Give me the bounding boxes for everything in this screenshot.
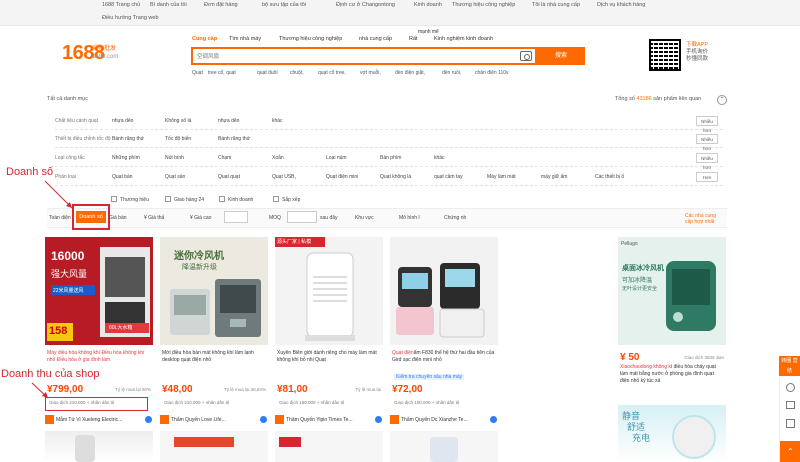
product-price: ¥48,00 (162, 384, 193, 395)
shop-icon (45, 415, 54, 424)
trade-count: Giao dịch 3635 Jian (684, 355, 724, 360)
product-image[interactable]: Pellugo 桌面冰冷风机 可加冰降温 无叶设计更安全 (618, 237, 726, 345)
next-product-image[interactable]: 静音 舒适 充电 (618, 405, 726, 462)
product-card[interactable]: 16000 强大风量 22米风量送风 158 60L大水箱 Máy điều h… (45, 237, 153, 462)
product-price: ¥72,00 (392, 384, 423, 395)
product-card[interactable]: 迷你冷风机 降温新升级 Mới điều hòa bàn mát không k… (160, 237, 268, 462)
shop-name[interactable]: Thẩm Quyến Love Life... (160, 415, 268, 429)
next-product-image[interactable] (160, 431, 268, 462)
back-to-top-icon[interactable]: ⌃ (780, 441, 800, 462)
chat-icon (375, 416, 382, 423)
chat-icon[interactable] (786, 401, 795, 409)
factory-inspection-badge: Kiểm tra chuyên sâu nhà máy (394, 374, 465, 380)
shop-revenue: Giao dịch 210.000 + nhân dân tệ (49, 400, 115, 405)
cart-icon[interactable] (786, 419, 795, 428)
chat-icon (145, 416, 152, 423)
shop-revenue: Giao dịch 100.000 + nhân dân tệ (394, 400, 460, 405)
shop-name[interactable]: Mẫm Tứ Vi Xueleng Electric... (45, 415, 153, 429)
product-price: ¥ 50 (620, 352, 640, 363)
product-price: ¥799,00 (47, 384, 84, 395)
product-title[interactable]: Quạt điệnẩm F830 thể hệ thứ hai đầu tiên… (392, 350, 496, 364)
product-title[interactable]: Xiaochaodong không kí điều hòa chảy quạt… (620, 364, 724, 385)
shop-revenue: Giao dịch 160.000 + nhân dân tệ (279, 400, 345, 405)
repurchase-rate: Tỷ lệ mua lại (355, 387, 381, 392)
shop-revenue: Giao dịch 210.000 + nhân dân tệ (164, 400, 230, 405)
product-title[interactable]: Máy điều hòa không khí Điều hòa không kh… (47, 350, 151, 364)
side-widget-top[interactable]: 转圈 营结 (779, 356, 800, 376)
product-card[interactable]: 源头厂家 | 私模 Xuyên Biên giới dành riêng cho… (275, 237, 383, 462)
product-image[interactable]: 源头厂家 | 私模 (275, 237, 383, 345)
product-card[interactable]: Pellugo 桌面冰冷风机 可加冰降温 无叶设计更安全 ¥ 50 Giao d… (618, 237, 726, 462)
next-product-image[interactable] (45, 431, 153, 462)
chat-icon (490, 416, 497, 423)
product-image[interactable] (390, 237, 498, 345)
product-title[interactable]: Xuyên Biên giới dành riêng cho máy làm m… (277, 350, 381, 364)
product-price: ¥81,00 (277, 384, 308, 395)
next-product-image[interactable] (275, 431, 383, 462)
next-product-image[interactable] (390, 431, 498, 462)
headset-icon[interactable] (786, 383, 795, 392)
side-toolbar: ⌃ (779, 377, 800, 462)
product-title[interactable]: Mới điều hòa bàn mát không khí làm lạnh … (162, 350, 266, 364)
product-image[interactable]: 16000 强大风量 22米风量送风 158 60L大水箱 (45, 237, 153, 345)
chat-icon (260, 416, 267, 423)
product-image[interactable]: 迷你冷风机 降温新升级 (160, 237, 268, 345)
shop-icon (160, 415, 169, 424)
shop-icon (275, 415, 284, 424)
repurchase-rate: Tỷ lệ mua lại 50% (115, 387, 151, 392)
product-card[interactable]: Quạt điệnẩm F830 thể hệ thứ hai đầu tiên… (390, 237, 498, 462)
shop-name[interactable]: Thẩm Quyến Dc Xianzhe Te... (390, 415, 498, 429)
repurchase-rate: Tỷ lệ mua lại 36,84% (223, 387, 266, 392)
shop-name[interactable]: Thâm Quyến Yipin Times Te... (275, 415, 383, 429)
shop-icon (390, 415, 399, 424)
